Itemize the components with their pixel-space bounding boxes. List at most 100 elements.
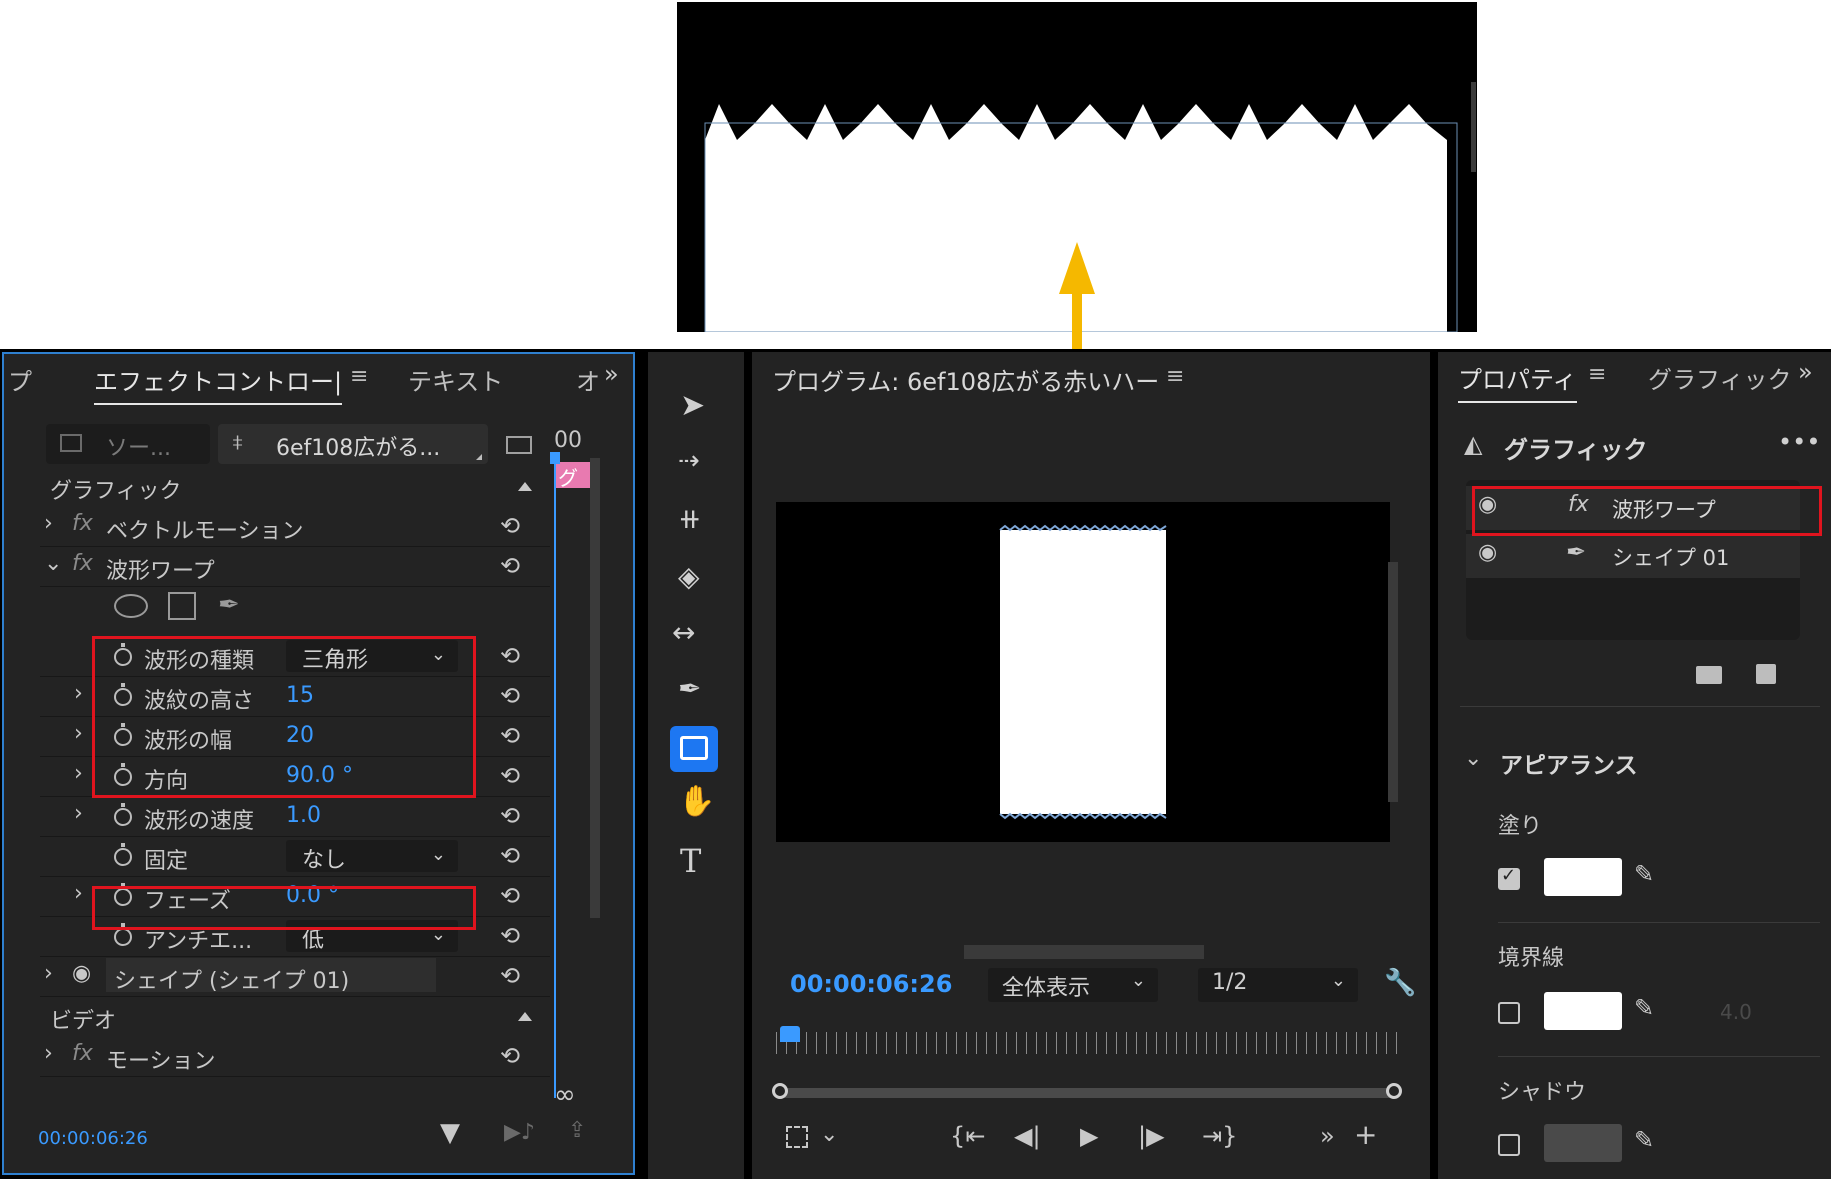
selection-tool-icon[interactable]: ➤ <box>680 388 705 423</box>
collapse-chevron-icon[interactable]: ⌄ <box>44 551 62 576</box>
reset-icon[interactable]: ⟲ <box>500 962 520 990</box>
reset-icon[interactable]: ⟲ <box>500 1042 520 1070</box>
pen-tool-icon[interactable]: ✒ <box>678 672 701 705</box>
stopwatch-icon[interactable] <box>114 843 132 866</box>
toggle-timeline-icon[interactable] <box>506 436 532 454</box>
expand-chevron-icon[interactable]: › <box>74 761 83 786</box>
tab-text[interactable]: テキスト <box>408 362 503 397</box>
step-back-icon[interactable]: ◀| <box>1014 1122 1041 1150</box>
new-layer-icon[interactable] <box>1756 664 1776 684</box>
expand-chevron-icon[interactable]: › <box>44 511 53 536</box>
ripple-edit-tool-icon[interactable]: ⧺ <box>678 502 701 535</box>
stroke-width-value[interactable]: 4.0 <box>1720 1000 1752 1024</box>
row-shape[interactable]: › ◉ シェイプ (シェイプ 01) <box>40 956 550 997</box>
scrollbar[interactable] <box>590 458 600 918</box>
go-to-in-icon[interactable]: {⇤ <box>950 1122 985 1150</box>
zoom-dropdown[interactable]: 全体表示 ⌄ <box>988 968 1158 1002</box>
reset-icon[interactable]: ⟲ <box>500 762 520 790</box>
stopwatch-icon[interactable] <box>114 923 132 946</box>
program-timecode[interactable]: 00:00:06:26 <box>790 970 952 998</box>
expand-chevron-icon[interactable]: › <box>74 801 83 826</box>
program-title[interactable]: プログラム: 6ef108広がる赤いハー <box>772 362 1159 397</box>
more-controls-icon[interactable]: » <box>1320 1122 1335 1150</box>
expand-chevron-icon[interactable]: › <box>74 681 83 706</box>
reset-icon[interactable]: ⟲ <box>500 802 520 830</box>
shadow-checkbox[interactable] <box>1498 1134 1520 1156</box>
shadow-color-swatch[interactable] <box>1544 1124 1622 1162</box>
expand-chevron-icon[interactable]: › <box>74 721 83 746</box>
safe-margins-icon[interactable] <box>786 1126 808 1148</box>
expand-chevron-icon[interactable]: › <box>44 961 53 986</box>
tab-project[interactable]: プ <box>8 362 32 397</box>
playhead-handle[interactable] <box>550 452 560 464</box>
type-tool-icon[interactable]: T <box>680 842 701 880</box>
collapse-icon[interactable] <box>518 482 532 491</box>
rectangle-mask-icon[interactable] <box>168 592 196 620</box>
eye-icon[interactable]: ◉ <box>1478 540 1497 565</box>
collapse-chevron-icon[interactable]: ⌄ <box>1464 746 1482 771</box>
playhead-line[interactable] <box>554 458 556 1098</box>
rectangle-tool-button[interactable] <box>670 726 718 772</box>
play-audio-icon[interactable]: ▶♪ <box>504 1120 535 1145</box>
reset-icon[interactable]: ⟲ <box>500 722 520 750</box>
track-select-tool-icon[interactable]: ⇢ <box>678 446 700 476</box>
time-ruler[interactable] <box>776 1032 1400 1054</box>
fill-checkbox[interactable]: ✓ <box>1498 865 1520 890</box>
stroke-checkbox[interactable] <box>1498 1002 1520 1024</box>
tab-properties[interactable]: プロパティ <box>1458 360 1577 403</box>
step-forward-icon[interactable]: |▶ <box>1138 1122 1165 1150</box>
slip-tool-icon[interactable]: ↔ <box>672 616 695 649</box>
panel-menu-icon[interactable]: ≡ <box>1588 362 1606 387</box>
folder-icon[interactable] <box>1696 666 1722 684</box>
eye-icon[interactable]: ◉ <box>72 961 91 986</box>
footer-timecode[interactable]: 00:00:06:26 <box>38 1128 148 1149</box>
row-wave-warp[interactable]: ⌄ fx 波形ワープ <box>40 546 550 587</box>
fx-icon[interactable]: fx <box>72 511 93 536</box>
zoom-handle-right[interactable] <box>1386 1083 1402 1099</box>
expand-chevron-icon[interactable]: › <box>44 1041 53 1066</box>
chevron-down-icon[interactable]: ⌄ <box>820 1122 838 1147</box>
reset-icon[interactable]: ⟲ <box>500 882 520 910</box>
ellipse-mask-icon[interactable] <box>114 594 148 618</box>
video-frame[interactable] <box>776 502 1390 842</box>
eyedropper-icon[interactable]: ✎ <box>1634 1126 1654 1154</box>
zoom-handle-left[interactable] <box>772 1083 788 1099</box>
tab-effect-controls[interactable]: エフェクトコントロー| <box>94 362 343 405</box>
layer-item[interactable]: ◉ ✒ シェイプ 01 <box>1466 534 1800 578</box>
expand-chevron-icon[interactable]: › <box>74 881 83 906</box>
vertical-scrollbar[interactable] <box>1388 562 1398 802</box>
reset-icon[interactable]: ⟲ <box>500 922 520 950</box>
more-options-icon[interactable]: ••• <box>1778 428 1820 456</box>
horizontal-scrollbar[interactable] <box>964 945 1204 959</box>
go-to-out-icon[interactable]: ⇥} <box>1202 1122 1237 1150</box>
hand-tool-icon[interactable]: ✋ <box>678 784 715 819</box>
zoom-scroll-bar[interactable] <box>780 1088 1394 1098</box>
wave-speed-value[interactable]: 1.0 <box>286 803 321 828</box>
playhead-marker[interactable] <box>780 1026 800 1042</box>
razor-tool-icon[interactable]: ◈ <box>678 560 700 593</box>
stopwatch-icon[interactable] <box>114 803 132 826</box>
source-selector[interactable]: ソー... <box>46 424 210 464</box>
reset-icon[interactable]: ⟲ <box>500 642 520 670</box>
eyedropper-icon[interactable]: ✎ <box>1634 994 1654 1022</box>
resolution-dropdown[interactable]: 1/2 ⌄ <box>1198 968 1358 1002</box>
pen-mask-icon[interactable]: ✒ <box>218 590 240 620</box>
reset-icon[interactable]: ⟲ <box>500 512 520 540</box>
row-vector-motion[interactable]: › fx ベクトルモーション <box>40 506 550 547</box>
reset-icon[interactable]: ⟲ <box>500 682 520 710</box>
reset-icon[interactable]: ⟲ <box>500 552 520 580</box>
mini-timeline[interactable]: 00 グ ∞ <box>550 418 600 1178</box>
fx-icon[interactable]: fx <box>72 551 93 576</box>
more-tabs-icon[interactable]: » <box>604 360 619 388</box>
eyedropper-icon[interactable]: ✎ <box>1634 860 1654 888</box>
fill-color-swatch[interactable] <box>1544 858 1622 896</box>
pinning-dropdown[interactable]: なし ⌄ <box>286 840 458 873</box>
filter-icon[interactable]: ▼ <box>440 1118 460 1148</box>
export-icon[interactable]: ⇪ <box>568 1118 586 1143</box>
more-tabs-icon[interactable]: » <box>1798 358 1813 386</box>
add-button-icon[interactable]: + <box>1354 1118 1377 1151</box>
play-icon[interactable]: ▶ <box>1080 1122 1098 1150</box>
row-motion[interactable]: › fx モーション <box>40 1036 550 1077</box>
panel-menu-icon[interactable]: ≡ <box>350 364 368 389</box>
panel-menu-icon[interactable]: ≡ <box>1166 364 1184 389</box>
